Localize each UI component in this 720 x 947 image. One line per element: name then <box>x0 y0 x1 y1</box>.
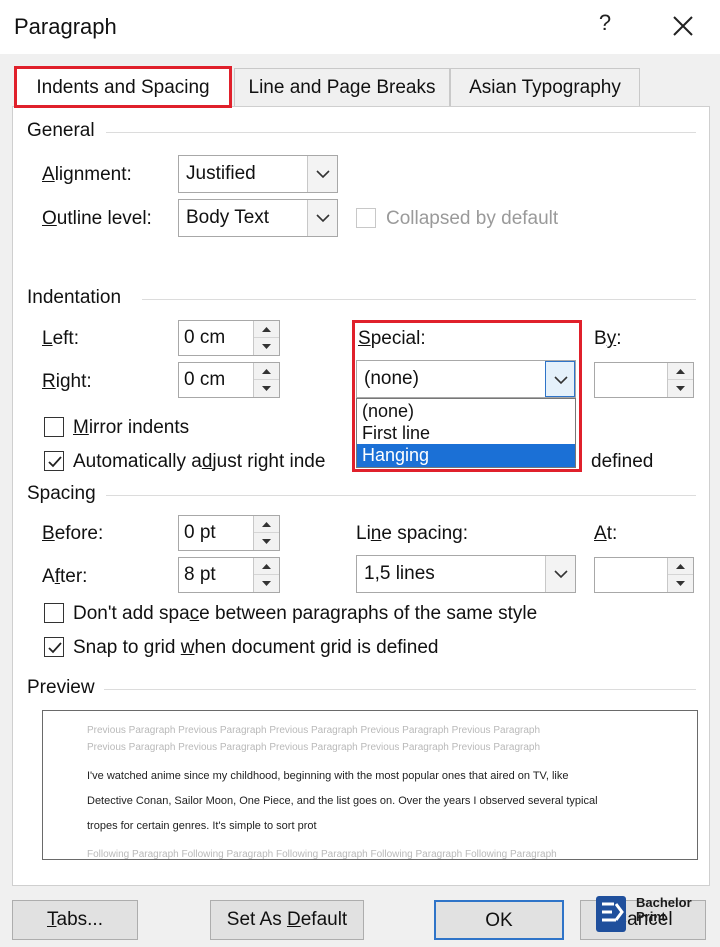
dont-add-space-label: Don't add space between paragraphs of th… <box>73 603 538 624</box>
spin-up-icon[interactable] <box>668 363 693 380</box>
indentation-divider <box>142 299 696 300</box>
chevron-down-icon[interactable] <box>307 156 337 192</box>
snap-to-grid-checkbox[interactable] <box>44 637 64 657</box>
mirror-indents-label: Mirror indents <box>73 417 190 438</box>
spin-up-icon[interactable] <box>668 558 693 575</box>
preview-previous-line: Previous Paragraph Previous Paragraph Pr… <box>87 742 541 753</box>
preview-following-line: Following Paragraph Following Paragraph … <box>87 849 557 860</box>
indentation-section-title: Indentation <box>27 287 122 308</box>
spin-down-icon[interactable] <box>668 575 693 592</box>
outline-level-label: Outline level: <box>42 208 152 229</box>
chevron-down-icon[interactable] <box>545 556 575 592</box>
before-spinner[interactable]: 0 pt <box>178 515 280 551</box>
spin-down-icon[interactable] <box>254 380 279 397</box>
line-spacing-label: Line spacing: <box>356 523 468 544</box>
after-label: After: <box>42 566 88 587</box>
spin-down-icon[interactable] <box>254 533 279 550</box>
general-section-title: General <box>27 120 95 141</box>
spin-down-icon[interactable] <box>668 380 693 397</box>
at-label: At: <box>594 523 618 544</box>
dialog-title: Paragraph <box>14 14 117 39</box>
preview-text-line: tropes for certain genres. It's simple t… <box>87 820 317 832</box>
preview-previous-line: Previous Paragraph Previous Paragraph Pr… <box>87 725 541 736</box>
outline-level-value: Body Text <box>186 207 270 228</box>
help-button[interactable]: ? <box>591 10 619 40</box>
mirror-indents-checkbox[interactable] <box>44 417 64 437</box>
ok-button[interactable]: OK <box>434 900 564 940</box>
spin-down-icon[interactable] <box>254 338 279 355</box>
general-divider <box>106 132 696 133</box>
spinner-buttons <box>253 516 279 550</box>
set-as-default-button[interactable]: Set As Default <box>210 900 364 940</box>
preview-section-title: Preview <box>27 677 95 698</box>
auto-adjust-label: Automatically adjust right inde <box>73 451 326 472</box>
preview-text-line: I've watched anime since my childhood, b… <box>87 770 569 782</box>
auto-adjust-checkbox[interactable] <box>44 451 64 471</box>
spacing-section-title: Spacing <box>27 483 96 504</box>
after-spinner[interactable]: 8 pt <box>178 557 280 593</box>
right-indent-value: 0 cm <box>184 369 226 390</box>
spinner-buttons <box>667 558 693 592</box>
dont-add-space-checkbox[interactable] <box>44 603 64 623</box>
by-label: By: <box>594 328 622 349</box>
spin-up-icon[interactable] <box>254 558 279 575</box>
spacing-divider <box>106 495 696 496</box>
alignment-label: Alignment: <box>42 164 132 185</box>
spinner-buttons <box>253 558 279 592</box>
auto-adjust-label-tail: defined <box>591 451 654 472</box>
after-value: 8 pt <box>184 564 216 585</box>
left-indent-label: Left: <box>42 328 79 349</box>
right-indent-spinner[interactable]: 0 cm <box>178 362 280 398</box>
by-spinner[interactable] <box>594 362 694 398</box>
spin-up-icon[interactable] <box>254 363 279 380</box>
spinner-buttons <box>253 321 279 355</box>
left-indent-value: 0 cm <box>184 327 226 348</box>
line-spacing-select[interactable]: 1,5 lines <box>356 555 576 593</box>
spin-down-icon[interactable] <box>254 575 279 592</box>
spin-up-icon[interactable] <box>254 516 279 533</box>
close-icon[interactable] <box>665 8 701 44</box>
before-label: Before: <box>42 523 104 544</box>
tab-line-and-page-breaks[interactable]: Line and Page Breaks <box>234 68 450 106</box>
preview-divider <box>104 689 696 690</box>
highlight-annotation-special <box>352 320 582 472</box>
spinner-buttons <box>253 363 279 397</box>
snap-to-grid-label: Snap to grid when document grid is defin… <box>73 637 439 658</box>
left-indent-spinner[interactable]: 0 cm <box>178 320 280 356</box>
outline-level-select[interactable]: Body Text <box>178 199 338 237</box>
tab-indents-and-spacing[interactable]: Indents and Spacing <box>14 66 232 108</box>
watermark-text-line1: Bachelor <box>636 895 692 910</box>
before-value: 0 pt <box>184 522 216 543</box>
collapsed-by-default-label: Collapsed by default <box>386 208 559 229</box>
spin-up-icon[interactable] <box>254 321 279 338</box>
preview-text-line: Detective Conan, Sailor Moon, One Piece,… <box>87 795 598 807</box>
alignment-value: Justified <box>186 163 256 184</box>
bachelor-print-logo: Bachelor Print <box>592 890 702 940</box>
collapsed-by-default-checkbox[interactable] <box>356 208 376 228</box>
tab-asian-typography[interactable]: Asian Typography <box>450 68 640 106</box>
alignment-select[interactable]: Justified <box>178 155 338 193</box>
spinner-buttons <box>667 363 693 397</box>
right-indent-label: Right: <box>42 371 92 392</box>
line-spacing-value: 1,5 lines <box>364 563 435 584</box>
chevron-down-icon[interactable] <box>307 200 337 236</box>
at-spinner[interactable] <box>594 557 694 593</box>
watermark-text-line2: Print <box>636 909 666 924</box>
tabs-button[interactable]: Tabs... <box>12 900 138 940</box>
preview-box: Previous Paragraph Previous Paragraph Pr… <box>42 710 698 860</box>
